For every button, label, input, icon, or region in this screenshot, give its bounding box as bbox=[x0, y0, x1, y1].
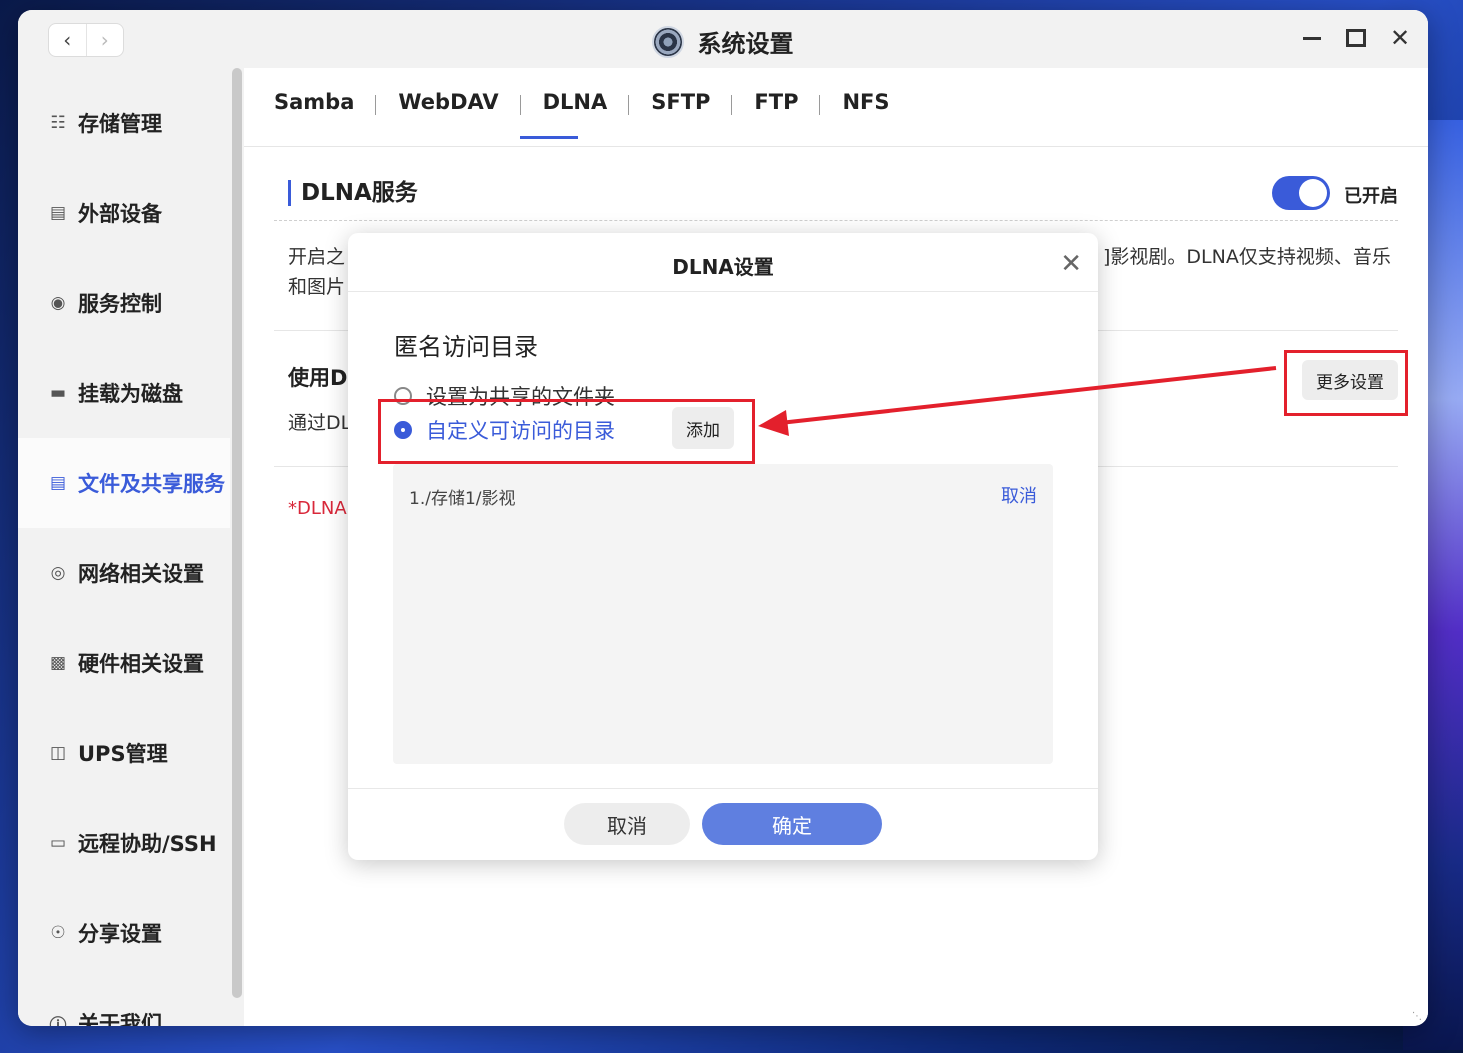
sidebar-item-label: 硬件相关设置 bbox=[78, 652, 204, 676]
resize-grip-icon[interactable]: ⋱ bbox=[1412, 1011, 1422, 1022]
remove-dir-link[interactable]: 取消 bbox=[1001, 482, 1037, 508]
desc-line1-start: 开启之 bbox=[288, 246, 346, 268]
sidebar-item-label: 远程协助/SSH bbox=[78, 832, 217, 856]
tab-webdav[interactable]: WebDAV bbox=[376, 90, 521, 115]
tab-ftp[interactable]: FTP bbox=[732, 90, 821, 115]
tab-sftp[interactable]: SFTP bbox=[629, 90, 733, 115]
tab-bar: Samba WebDAV DLNA SFTP FTP NFS bbox=[274, 90, 912, 115]
database-icon: ☷ bbox=[50, 113, 66, 133]
sidebar-item-mount-disk[interactable]: ▬ 挂载为磁盘 bbox=[18, 348, 230, 438]
toggle-knob bbox=[1299, 179, 1327, 207]
annotation-highlight-box bbox=[1284, 350, 1408, 416]
drive-icon: ▬ bbox=[49, 383, 67, 403]
sidebar-item-label: 网络相关设置 bbox=[78, 562, 204, 586]
dialog-header-divider bbox=[348, 291, 1098, 292]
section-divider bbox=[274, 220, 1398, 221]
anonymous-dir-label: 匿名访问目录 bbox=[394, 333, 538, 361]
window-controls: ✕ bbox=[1302, 24, 1410, 52]
dialog-footer-divider bbox=[348, 788, 1098, 789]
tabs-divider bbox=[244, 146, 1428, 147]
annotation-highlight-box bbox=[378, 399, 755, 464]
scrollbar-thumb[interactable] bbox=[232, 68, 242, 998]
window-title-group: 系统设置 bbox=[18, 24, 1428, 59]
sidebar-item-label: 服务控制 bbox=[78, 292, 162, 316]
sidebar-item-label: 外部设备 bbox=[78, 202, 162, 226]
info-icon: ⓘ bbox=[49, 1015, 67, 1027]
cancel-button[interactable]: 取消 bbox=[564, 803, 690, 845]
remote-icon: ▭ bbox=[49, 833, 67, 853]
toggle-icon: ◉ bbox=[50, 293, 66, 313]
minimize-icon[interactable] bbox=[1302, 24, 1322, 52]
sidebar-item-label: 挂载为磁盘 bbox=[78, 382, 183, 406]
sidebar-item-storage[interactable]: ☷ 存储管理 bbox=[18, 78, 230, 168]
sidebar-item-remote-ssh[interactable]: ▭ 远程协助/SSH bbox=[18, 798, 230, 888]
confirm-button[interactable]: 确定 bbox=[702, 803, 882, 845]
dlna-service-toggle[interactable] bbox=[1272, 176, 1330, 210]
title-bar: ‹ › 系统设置 ✕ bbox=[18, 10, 1428, 68]
tab-nfs[interactable]: NFS bbox=[820, 90, 911, 114]
use-dlna-desc: 通过DL bbox=[288, 412, 352, 434]
sidebar-item-external-devices[interactable]: ▤ 外部设备 bbox=[18, 168, 230, 258]
file-share-icon: ▤ bbox=[49, 473, 67, 493]
sidebar-scrollbar[interactable] bbox=[230, 68, 244, 1026]
globe-icon: ◎ bbox=[50, 563, 66, 583]
ups-icon: ◫ bbox=[49, 743, 67, 763]
sidebar-item-label: UPS管理 bbox=[78, 742, 168, 766]
sidebar-item-ups[interactable]: ◫ UPS管理 bbox=[18, 708, 230, 798]
sidebar-item-service-control[interactable]: ◉ 服务控制 bbox=[18, 258, 230, 348]
app-logo-icon bbox=[652, 25, 685, 58]
tab-samba[interactable]: Samba bbox=[274, 90, 377, 115]
sidebar-item-label: 分享设置 bbox=[78, 922, 162, 946]
sidebar-item-file-share[interactable]: ▤ 文件及共享服务 bbox=[18, 438, 230, 528]
external-device-icon: ▤ bbox=[49, 203, 67, 223]
dialog-close-icon[interactable]: ✕ bbox=[1060, 251, 1082, 277]
dlna-settings-dialog: DLNA设置 ✕ 匿名访问目录 设置为共享的文件夹 自定义可访问的目录 添加 1… bbox=[348, 233, 1098, 860]
close-icon[interactable]: ✕ bbox=[1390, 24, 1410, 52]
sidebar-item-label: 存储管理 bbox=[78, 112, 162, 136]
maximize-icon[interactable] bbox=[1346, 24, 1366, 52]
dialog-title: DLNA设置 bbox=[672, 255, 774, 279]
dir-list: 1./存储1/影视 取消 bbox=[393, 464, 1053, 764]
use-dlna-title: 使用D bbox=[288, 366, 348, 390]
tab-dlna[interactable]: DLNA bbox=[521, 90, 630, 115]
sidebar-item-network[interactable]: ◎ 网络相关设置 bbox=[18, 528, 230, 618]
list-item: 1./存储1/影视 bbox=[409, 489, 516, 509]
window-title: 系统设置 bbox=[697, 30, 794, 58]
grid-icon: ▩ bbox=[49, 653, 67, 673]
toggle-status-label: 已开启 bbox=[1344, 186, 1398, 207]
sidebar-item-hardware[interactable]: ▩ 硬件相关设置 bbox=[18, 618, 230, 708]
dlna-note: *DLNA bbox=[288, 498, 347, 519]
sidebar-item-about[interactable]: ⓘ 关于我们 bbox=[18, 978, 230, 1026]
sidebar-item-share-settings[interactable]: ☉ 分享设置 bbox=[18, 888, 230, 978]
sidebar: ☷ 存储管理 ▤ 外部设备 ◉ 服务控制 ▬ 挂载为磁盘 ▤ 文件及共享服务 ◎… bbox=[18, 68, 230, 1026]
sidebar-item-label: 关于我们 bbox=[78, 1012, 162, 1026]
share-icon: ☉ bbox=[50, 923, 66, 943]
desc-line1-end: ]影视剧。DLNA仅支持视频、音乐 bbox=[1103, 246, 1391, 268]
section-title: DLNA服务 bbox=[288, 180, 418, 206]
sidebar-item-label: 文件及共享服务 bbox=[78, 472, 225, 496]
active-tab-indicator bbox=[520, 136, 578, 139]
